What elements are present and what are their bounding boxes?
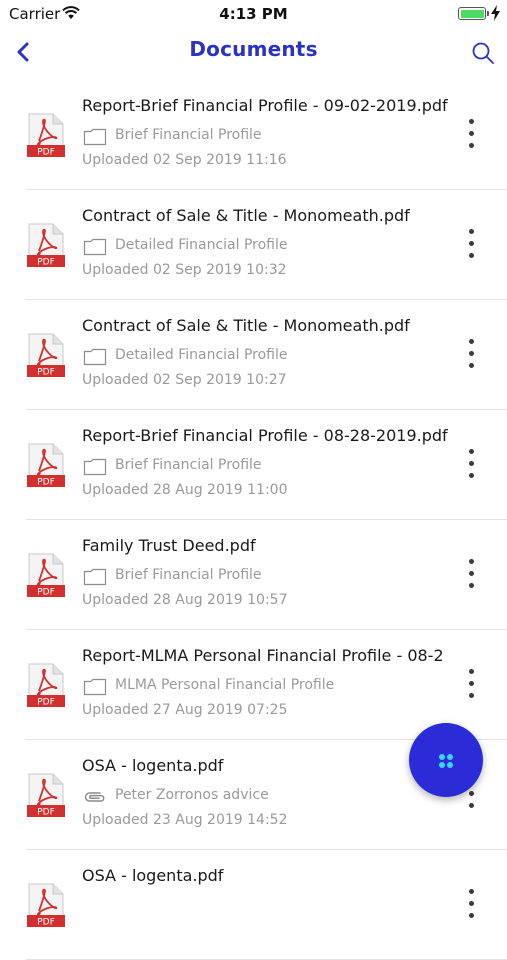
document-upload-date: Uploaded 28 Aug 2019 11:00 — [82, 482, 288, 498]
document-title: Report-Brief Financial Profile - 09-02-2… — [82, 96, 448, 115]
document-folder: Detailed Financial Profile — [115, 347, 288, 363]
pdf-file-icon: PDF — [27, 773, 65, 817]
pdf-file-icon: PDF — [27, 553, 65, 597]
document-row[interactable]: PDF Contract of Sale & Title - Monomeath… — [0, 300, 507, 410]
more-options-button[interactable] — [458, 336, 484, 372]
document-upload-date: Uploaded 28 Aug 2019 10:57 — [82, 592, 288, 608]
pdf-badge-label: PDF — [37, 258, 55, 268]
document-upload-date: Uploaded 02 Sep 2019 11:16 — [82, 152, 287, 168]
folder-icon — [83, 238, 107, 256]
more-options-button[interactable] — [458, 446, 484, 482]
pdf-badge-label: PDF — [37, 698, 55, 708]
document-upload-date: Uploaded 27 Aug 2019 07:25 — [82, 702, 288, 718]
paperclip-icon — [84, 792, 105, 802]
document-folder: Peter Zorronos advice — [115, 787, 269, 803]
pdf-badge-label: PDF — [37, 918, 55, 928]
pdf-file-icon: PDF — [27, 883, 65, 927]
folder-icon — [83, 678, 107, 696]
document-folder: Brief Financial Profile — [115, 457, 262, 473]
folder-icon — [83, 348, 107, 366]
document-title: Contract of Sale & Title - Monomeath.pdf — [82, 316, 410, 335]
document-title: Report-Brief Financial Profile - 08-28-2… — [82, 426, 448, 445]
battery-icon — [458, 7, 486, 20]
more-options-button[interactable] — [458, 116, 484, 152]
dots-grid-icon — [439, 754, 453, 768]
document-upload-date: Uploaded 02 Sep 2019 10:32 — [82, 262, 287, 278]
pdf-badge-label: PDF — [37, 148, 55, 158]
document-upload-date: Uploaded 02 Sep 2019 10:27 — [82, 372, 287, 388]
document-folder: MLMA Personal Financial Profile — [115, 677, 335, 693]
document-title: Contract of Sale & Title - Monomeath.pdf — [82, 206, 410, 225]
navigation-bar: Documents — [0, 28, 507, 74]
more-options-button[interactable] — [458, 226, 484, 262]
pdf-file-icon: PDF — [27, 443, 65, 487]
pdf-badge-label: PDF — [37, 588, 55, 598]
folder-icon — [83, 568, 107, 586]
document-folder: Brief Financial Profile — [115, 567, 262, 583]
clock: 4:13 PM — [219, 5, 288, 23]
pdf-badge-label: PDF — [37, 808, 55, 818]
more-options-button[interactable] — [458, 886, 484, 922]
floating-action-button[interactable] — [409, 723, 483, 797]
folder-icon — [83, 128, 107, 146]
document-folder: Brief Financial Profile — [115, 127, 262, 143]
document-folder: Detailed Financial Profile — [115, 237, 288, 253]
document-title: Report-MLMA Personal Financial Profile -… — [82, 646, 444, 665]
search-button[interactable] — [468, 38, 498, 68]
folder-icon — [83, 458, 107, 476]
pdf-badge-label: PDF — [37, 478, 55, 488]
document-title: OSA - logenta.pdf — [82, 756, 224, 775]
document-title: Family Trust Deed.pdf — [82, 536, 256, 555]
document-row[interactable]: PDF OSA - logenta.pdf — [0, 850, 507, 960]
status-bar: Carrier 4:13 PM — [0, 0, 507, 28]
page-title: Documents — [189, 37, 318, 61]
document-list: PDF Report-Brief Financial Profile - 09-… — [0, 80, 507, 960]
pdf-file-icon: PDF — [27, 663, 65, 707]
document-row[interactable]: PDF Report-Brief Financial Profile - 08-… — [0, 410, 507, 520]
document-row[interactable]: PDF Family Trust Deed.pdf Brief Financia… — [0, 520, 507, 630]
pdf-badge-label: PDF — [37, 368, 55, 378]
document-upload-date: Uploaded 23 Aug 2019 14:52 — [82, 812, 288, 828]
document-title: OSA - logenta.pdf — [82, 866, 224, 885]
document-row[interactable]: PDF Contract of Sale & Title - Monomeath… — [0, 190, 507, 300]
charging-bolt-icon — [491, 5, 500, 21]
more-options-button[interactable] — [458, 666, 484, 702]
battery-cap — [487, 11, 489, 16]
pdf-file-icon: PDF — [27, 223, 65, 267]
pdf-file-icon: PDF — [27, 333, 65, 377]
pdf-file-icon: PDF — [27, 113, 65, 157]
more-options-button[interactable] — [458, 556, 484, 592]
document-row[interactable]: PDF Report-Brief Financial Profile - 09-… — [0, 80, 507, 190]
